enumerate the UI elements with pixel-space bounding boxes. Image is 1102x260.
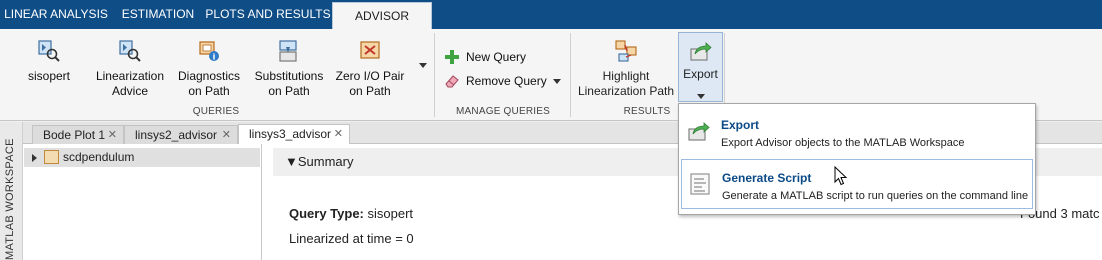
- substitution-icon: [279, 40, 297, 62]
- matlab-workspace-label: MATLAB WORKSPACE: [4, 138, 16, 260]
- close-icon[interactable]: ✕: [334, 125, 343, 143]
- separator: [570, 33, 571, 117]
- linearization-advice-button[interactable]: Linearization Advice: [88, 33, 172, 103]
- zero-io-icon: [360, 41, 380, 59]
- svg-text:i: i: [213, 53, 216, 62]
- toolstrip-tabs: LINEAR ANALYSIS ESTIMATION PLOTS AND RES…: [0, 0, 1102, 31]
- script-icon: [690, 173, 710, 195]
- substitutions-on-path-button[interactable]: Substitutions on Path: [252, 33, 326, 103]
- matlab-workspace-rail[interactable]: MATLAB WORKSPACE: [0, 122, 23, 260]
- plus-icon: [445, 50, 459, 64]
- manage-queries-group-label: MANAGE QUERIES: [456, 106, 550, 117]
- tab-plots-and-results[interactable]: PLOTS AND RESULTS: [204, 0, 332, 29]
- highlight-path-icon: [615, 40, 637, 62]
- expand-arrow-icon[interactable]: [32, 154, 37, 162]
- queries-group-label: QUERIES: [192, 106, 240, 117]
- tab-linear-analysis[interactable]: LINEAR ANALYSIS: [0, 0, 112, 29]
- block-query-icon: [119, 40, 141, 62]
- zero-io-pair-on-path-button[interactable]: Zero I/O Pair on Path: [332, 33, 408, 103]
- doc-tab-linsys2-advisor[interactable]: linsys2_advisor ✕: [124, 125, 238, 144]
- highlight-linearization-path-button[interactable]: Highlight Linearization Path: [574, 33, 678, 103]
- eraser-icon: [445, 75, 459, 88]
- diagnostics-icon: i: [199, 41, 219, 62]
- tree-item-root[interactable]: scdpendulum: [24, 148, 260, 167]
- model-tree-panel: scdpendulum: [23, 144, 262, 260]
- tab-advisor[interactable]: ADVISOR: [332, 2, 432, 31]
- queries-more-dropdown-icon[interactable]: [419, 63, 427, 68]
- sisopert-button[interactable]: sisopert: [14, 33, 84, 103]
- tab-estimation[interactable]: ESTIMATION: [112, 0, 204, 29]
- close-icon[interactable]: ✕: [222, 126, 231, 144]
- export-dropdown-menu: Export Export Advisor objects to the MAT…: [678, 103, 1036, 215]
- remove-query-dropdown-icon[interactable]: [553, 79, 561, 84]
- diagnostics-on-path-button[interactable]: i Diagnostics on Path: [172, 33, 246, 103]
- export-dropdown-icon: [697, 94, 705, 99]
- mouse-cursor-icon: [834, 166, 848, 186]
- separator: [434, 33, 435, 117]
- linearized-at-text: Linearized at time = 0: [289, 231, 414, 246]
- export-icon: [688, 122, 710, 141]
- menu-item-export[interactable]: Export Export Advisor objects to the MAT…: [681, 107, 1033, 157]
- doc-tab-bode-plot-1[interactable]: Bode Plot 1 ✕: [32, 125, 124, 144]
- menu-item-generate-script[interactable]: Generate Script Generate a MATLAB script…: [681, 159, 1033, 209]
- export-button[interactable]: Export: [678, 32, 723, 102]
- simulink-model-icon: [44, 150, 59, 164]
- export-icon: [689, 42, 712, 61]
- doc-tab-linsys3-advisor[interactable]: linsys3_advisor ✕: [238, 124, 350, 145]
- query-type-line: Query Type: sisopert: [289, 206, 414, 221]
- close-icon[interactable]: ✕: [108, 126, 117, 144]
- block-query-icon: [38, 40, 60, 62]
